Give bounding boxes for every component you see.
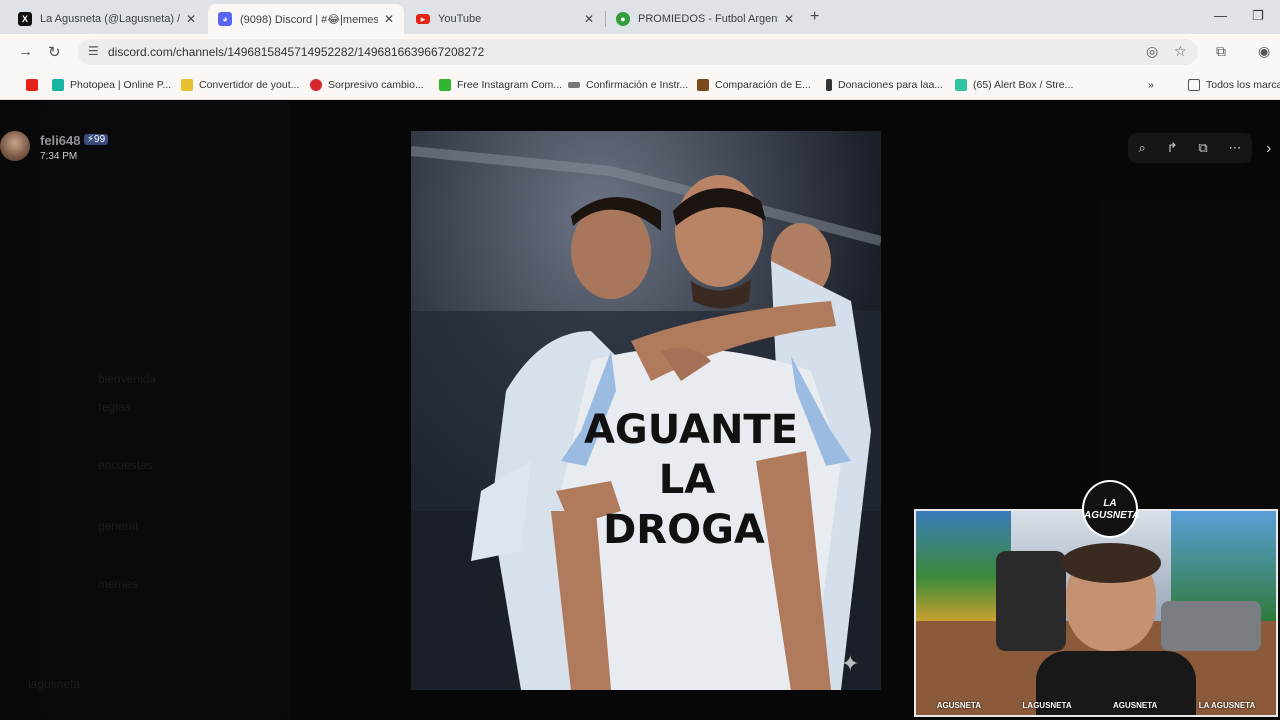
channel-logo: LA AGUSNETA [1082,480,1139,538]
streamlabs-icon [955,79,967,91]
boost-badge: ⚡99 [84,134,109,145]
star-icon[interactable]: ☆ [1174,43,1187,60]
bookmark-youtube[interactable] [26,76,44,94]
avatar[interactable] [0,131,30,161]
author-username[interactable]: feli648 [40,133,80,148]
instagram-handle: AGUSNETA [936,700,981,710]
bookmark-photopea[interactable]: Photopea | Online P... [52,76,171,94]
promiedos-icon: ● [616,12,630,26]
tab-title: YouTube [438,13,482,25]
zoom-icon[interactable]: ⌕ [1138,140,1145,156]
x-handle: LAGUSNETA [1022,700,1072,710]
tab-x-profile[interactable]: X La Agusneta (@Lagusneta) / X ✕ [8,4,206,34]
open-external-icon[interactable]: ⧉ [1198,140,1207,156]
close-icon[interactable]: ✕ [784,12,794,26]
instagram-comment-icon [439,79,451,91]
channel-bienvenida[interactable]: bienvenida [98,372,156,386]
bookmarks-bar: Photopea | Online P... Convertidor de yo… [0,70,1280,100]
news-icon [310,79,322,91]
channel-sidebar [40,101,290,720]
close-icon[interactable]: ✕ [186,12,196,26]
tab-title: La Agusneta (@Lagusneta) / X [40,13,180,25]
maximize-icon[interactable]: ❐ [1252,8,1264,24]
site-info-icon[interactable]: ☰ [88,44,99,58]
address-toolbar: → ↻ ☰ discord.com/channels/1496815845714… [0,34,1280,70]
kick-handle: AGUSNETA [1113,700,1158,710]
svg-text:✦: ✦ [841,652,859,677]
bookmark-instagram[interactable]: Free Instagram Com... [439,76,562,94]
comparison-icon [697,79,709,91]
eye-off-icon[interactable]: ◎ [1146,43,1158,60]
shirt-text-line-2: LA [659,457,715,503]
profile-icon[interactable]: ◉ [1258,43,1270,60]
tab-discord[interactable]: ◕ (9098) Discord | #😂|memes | ... ✕ [208,4,404,34]
gaming-chair [996,551,1066,651]
image-viewer-toolbar: ⌕ ↱ ⧉ ⋯ [1128,133,1252,163]
channel-general[interactable]: general [98,519,138,533]
close-icon[interactable]: ✕ [384,12,394,26]
link-icon [568,82,580,88]
tab-youtube[interactable]: ▸ YouTube ✕ [406,4,604,34]
close-icon[interactable]: › [1266,140,1271,158]
bookmark-alertbox[interactable]: (65) Alert Box / Stre... [955,76,1073,94]
photopea-icon [52,79,64,91]
youtube-handle: LA AGUSNETA [1198,700,1256,710]
social-handles-strip: AGUSNETA LAGUSNETA AGUSNETA LA AGUSNETA [916,697,1276,713]
more-bookmarks-icon[interactable]: » [1148,76,1154,94]
bookmark-confirmation[interactable]: Confirmación e Instr... [568,76,688,94]
converter-icon [181,79,193,91]
new-tab-button[interactable]: + [810,8,819,26]
message-timestamp: 7:34 PM [40,151,78,162]
bookmark-donations[interactable]: Donaciones para laa... [826,76,943,94]
all-bookmarks-folder[interactable]: Todos los marca [1188,76,1280,94]
forward-icon[interactable]: ↱ [1167,140,1178,156]
streamer-hair [1061,543,1161,583]
youtube-icon: ▸ [416,14,430,24]
donation-icon [826,79,832,91]
football-celebration-photo: ✦ AGUANTE LA DROGA [411,131,881,690]
server-rail [0,101,40,720]
sofa [1161,601,1261,651]
self-username: lagusneta [28,677,81,691]
shirt-text-line-3: DROGA [603,507,765,553]
bookmark-comparison[interactable]: Comparación de E... [697,76,811,94]
attachment-image[interactable]: ✦ AGUANTE LA DROGA [411,131,881,690]
tab-promiedos[interactable]: ● PROMIEDOS - Futbol Argentino ✕ [606,4,804,34]
channel-memes[interactable]: memes [98,577,137,591]
webcam-overlay: AGUSNETA LAGUSNETA AGUSNETA LA AGUSNETA [914,509,1278,717]
reload-icon[interactable]: ↻ [48,43,61,61]
url-text: discord.com/channels/1496815845714952282… [108,45,485,59]
channel-reglas[interactable]: reglas [98,400,131,414]
back-icon[interactable]: → [18,43,33,60]
more-options-icon[interactable]: ⋯ [1229,140,1242,156]
x-logo-icon: X [18,12,32,26]
youtube-icon [26,79,38,91]
minimize-icon[interactable]: — [1214,8,1227,23]
channel-encuestas[interactable]: encuestas [98,458,153,472]
url-bar[interactable]: ☰ discord.com/channels/14968158457149522… [78,39,1198,65]
discord-icon: ◕ [218,12,232,26]
extensions-icon[interactable]: ⧉ [1216,43,1226,60]
tab-title: PROMIEDOS - Futbol Argentino [638,13,778,25]
tab-title: (9098) Discord | #😂|memes | ... [240,13,378,26]
bookmark-news[interactable]: Sorpresivo cambio... [310,76,424,94]
close-icon[interactable]: ✕ [584,12,594,26]
bookmark-converter[interactable]: Convertidor de yout... [181,76,299,94]
browser-tab-bar: X La Agusneta (@Lagusneta) / X ✕ ◕ (9098… [0,0,1280,34]
shirt-text-line-1: AGUANTE [584,407,798,453]
folder-icon [1188,79,1200,91]
